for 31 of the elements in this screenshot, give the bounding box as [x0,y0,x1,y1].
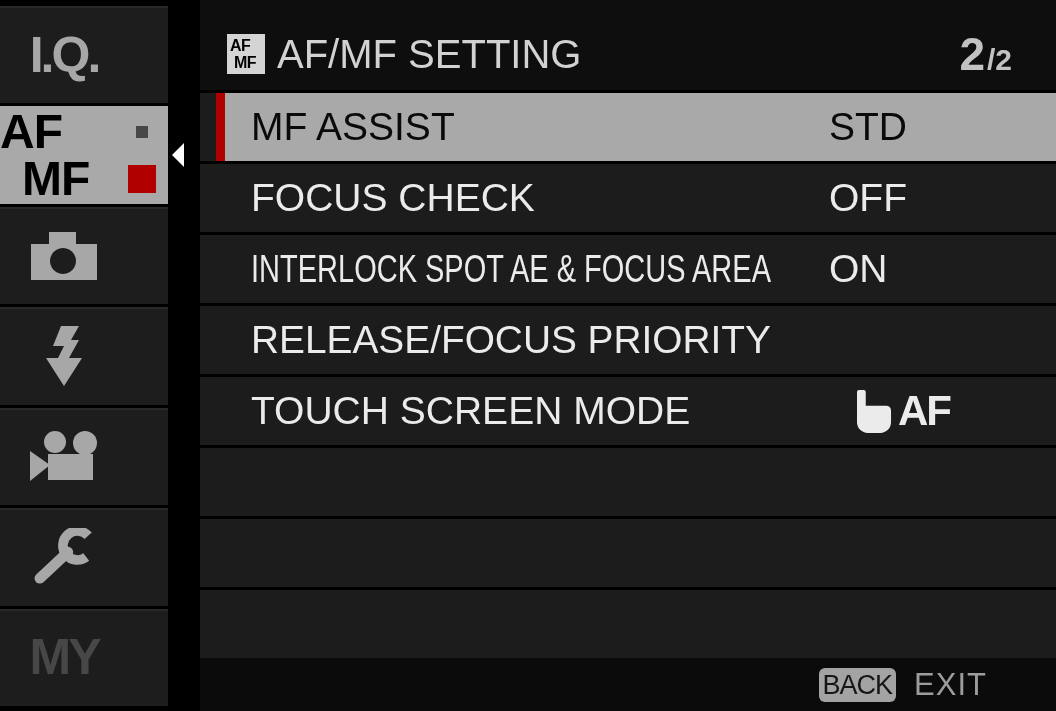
setting-value: OFF [829,176,907,220]
setting-label: INTERLOCK SPOT AE & FOCUS AREA [251,247,771,291]
setting-value: ON [829,247,888,291]
menu-tab[interactable] [0,307,168,405]
setting-label: FOCUS CHECK [251,176,535,220]
menu-row[interactable]: FOCUS CHECK OFF [200,164,1056,232]
menu-badge: AF MF [227,34,265,74]
menu-tab[interactable] [0,508,168,606]
selection-arrow-icon [172,143,184,168]
flash-icon [45,326,83,386]
menu-row[interactable]: RELEASE/FOCUS PRIORITY [200,306,1056,374]
menu-row[interactable]: MF ASSIST STD [200,93,1056,161]
page-total: /2 [986,43,1012,77]
camera-icon [31,231,97,280]
page-number: 2 [959,27,985,81]
setting-label: TOUCH SCREEN MODE [251,389,691,433]
menu-tab[interactable]: AF MF [0,106,168,204]
setting-label: MF ASSIST [251,105,455,149]
menu-row[interactable]: TOUCH SCREEN MODE AF [200,377,1056,445]
setting-value: AF [898,387,950,435]
menu-row[interactable]: INTERLOCK SPOT AE & FOCUS AREA ON [200,235,1056,303]
exit-label: EXIT [914,666,987,703]
menu-title: AF/MF SETTING [277,31,582,77]
back-key-label: BACK [818,667,897,702]
setting-value: STD [829,105,907,149]
setting-label: RELEASE/FOCUS PRIORITY [251,318,771,362]
movie-camera-icon [30,431,98,482]
menu-tab[interactable] [0,206,168,305]
menu-tab[interactable] [0,407,168,506]
menu-tab[interactable]: I.Q. [0,6,168,104]
hand-icon [857,389,892,433]
